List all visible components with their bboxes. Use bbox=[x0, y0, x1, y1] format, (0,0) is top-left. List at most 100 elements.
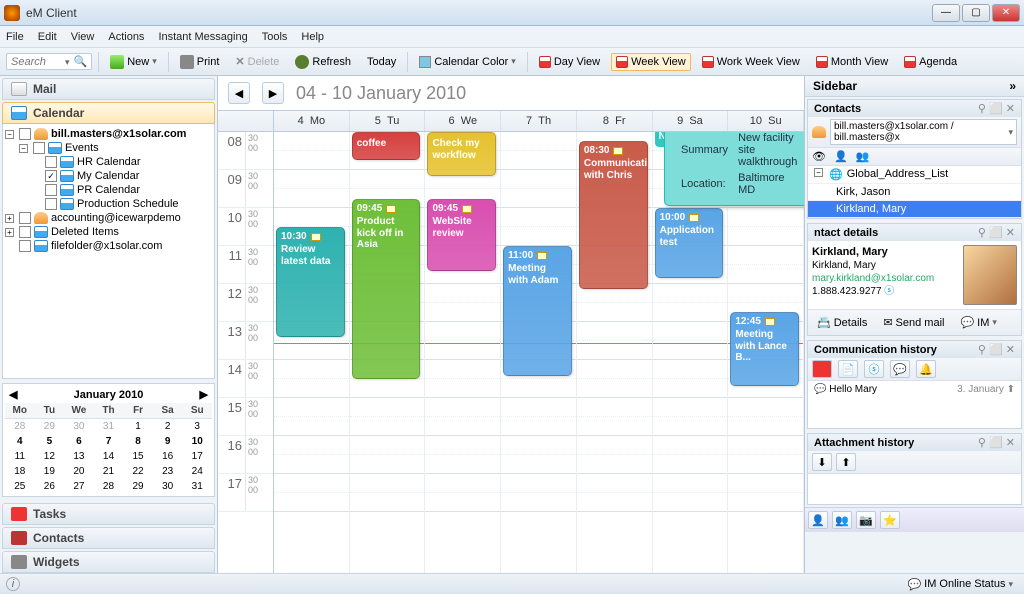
menu-actions[interactable]: Actions bbox=[108, 31, 144, 43]
calendar-color-button[interactable]: Calendar Color bbox=[414, 53, 521, 71]
mini-cal-day[interactable]: 28 bbox=[5, 419, 35, 434]
calendar-event[interactable]: 09:45WebSite review bbox=[427, 199, 496, 271]
sb-icon-3[interactable]: 📷 bbox=[856, 511, 876, 529]
mini-cal-day[interactable]: 21 bbox=[94, 464, 124, 479]
filter-icon[interactable]: 💬 bbox=[890, 360, 910, 378]
maximize-button[interactable]: ▢ bbox=[962, 4, 990, 22]
mini-cal-day[interactable]: 30 bbox=[153, 479, 183, 494]
mini-cal-grid[interactable]: MoTuWeThFrSaSu28293031123456789101112131… bbox=[5, 403, 212, 494]
mini-cal-day[interactable]: 8 bbox=[123, 434, 153, 449]
day-header-fri[interactable]: 8 Fr bbox=[577, 111, 653, 131]
account-label[interactable]: bill.masters@x1solar.com bbox=[51, 128, 186, 140]
mini-cal-day[interactable]: 27 bbox=[64, 479, 94, 494]
info-button[interactable]: i bbox=[6, 577, 20, 591]
mini-cal-day[interactable]: 4 bbox=[5, 434, 35, 449]
day-column[interactable]: 10:30Review latest data bbox=[274, 132, 350, 573]
checkbox[interactable] bbox=[19, 240, 31, 252]
comm-history-row[interactable]: 💬 Hello Mary 3. January ⬆ bbox=[808, 381, 1021, 398]
work-week-view-button[interactable]: Work Week View bbox=[697, 53, 805, 71]
menu-edit[interactable]: Edit bbox=[38, 31, 57, 43]
contact-email[interactable]: mary.kirkland@x1solar.com bbox=[812, 273, 934, 284]
month-view-button[interactable]: Month View bbox=[811, 53, 893, 71]
mini-cal-day[interactable]: 25 bbox=[5, 479, 35, 494]
calendar-event[interactable]: 10:00Application test bbox=[655, 208, 724, 278]
mini-cal-day[interactable]: 1 bbox=[123, 419, 153, 434]
contacts-account-combo[interactable]: bill.masters@x1solar.com / bill.masters@… bbox=[830, 119, 1017, 145]
menu-help[interactable]: Help bbox=[301, 31, 324, 43]
calendar-panel-header[interactable]: Calendar bbox=[2, 102, 215, 124]
mini-cal-day[interactable]: 29 bbox=[123, 479, 153, 494]
sb-icon-2[interactable]: 👥 bbox=[832, 511, 852, 529]
day-header-wed[interactable]: 6 We bbox=[425, 111, 501, 131]
checkbox[interactable] bbox=[19, 226, 31, 238]
contacts-panel-header[interactable]: Contacts bbox=[2, 527, 215, 549]
search-input[interactable] bbox=[11, 56, 65, 68]
details-button[interactable]: 📇 Details bbox=[812, 313, 872, 332]
day-header-thu[interactable]: 7 Th bbox=[501, 111, 577, 131]
mini-cal-day[interactable]: 13 bbox=[64, 449, 94, 464]
filter-icon[interactable]: ⓢ bbox=[864, 360, 884, 378]
global-address-list-row[interactable]: −🌐Global_Address_List bbox=[808, 166, 1021, 184]
expand-icon[interactable]: − bbox=[5, 130, 14, 139]
agenda-button[interactable]: Agenda bbox=[899, 53, 962, 71]
tasks-panel-header[interactable]: Tasks bbox=[2, 503, 215, 525]
filter-icon[interactable]: 📄 bbox=[838, 360, 858, 378]
mini-cal-day[interactable]: 29 bbox=[35, 419, 65, 434]
eye-icon[interactable]: 👁 bbox=[812, 150, 826, 163]
day-header-tue[interactable]: 5 Tu bbox=[350, 111, 426, 131]
sb-icon-1[interactable]: 👤 bbox=[808, 511, 828, 529]
menu-file[interactable]: File bbox=[6, 31, 24, 43]
week-view-button[interactable]: Week View bbox=[611, 53, 691, 71]
day-header-sun[interactable]: 10 Su bbox=[728, 111, 804, 131]
im-status-button[interactable]: 💬 IM Online Status bbox=[902, 575, 1018, 594]
widgets-panel-header[interactable]: Widgets bbox=[2, 551, 215, 573]
mini-cal-day[interactable]: 14 bbox=[94, 449, 124, 464]
day-column[interactable]: coffee09:45Product kick off in Asia bbox=[350, 132, 426, 573]
expand-icon[interactable]: − bbox=[19, 144, 28, 153]
contact-row-selected[interactable]: Kirkland, Mary bbox=[808, 201, 1021, 218]
new-button[interactable]: New bbox=[105, 52, 162, 72]
delete-button[interactable]: ✕Delete bbox=[230, 52, 284, 71]
contact-row[interactable]: Kirk, Jason bbox=[808, 184, 1021, 201]
skype-icon[interactable]: ⓢ bbox=[884, 286, 894, 297]
calendar-event[interactable]: 10:30Review latest data bbox=[276, 227, 345, 337]
day-view-button[interactable]: Day View bbox=[534, 53, 605, 71]
hr-calendar[interactable]: HR Calendar bbox=[77, 156, 141, 168]
mini-cal-day[interactable]: 23 bbox=[153, 464, 183, 479]
user-icon[interactable]: 👤 bbox=[834, 150, 848, 163]
attach-icon[interactable]: ⬆ bbox=[836, 453, 856, 471]
mini-cal-day[interactable]: 5 bbox=[35, 434, 65, 449]
refresh-button[interactable]: Refresh bbox=[290, 52, 356, 72]
expand-icon[interactable]: + bbox=[5, 228, 14, 237]
events-folder[interactable]: Events bbox=[65, 142, 99, 154]
mini-cal-day[interactable]: 12 bbox=[35, 449, 65, 464]
calendar-event[interactable]: coffee bbox=[352, 132, 421, 160]
search-dropdown-icon[interactable] bbox=[65, 56, 70, 68]
checkbox[interactable] bbox=[45, 184, 57, 196]
mini-cal-day[interactable]: 3 bbox=[182, 419, 212, 434]
mini-cal-day[interactable]: 17 bbox=[182, 449, 212, 464]
expand-icon[interactable]: + bbox=[5, 214, 14, 223]
day-column[interactable]: 08:30Communication with Chris bbox=[577, 132, 653, 573]
mini-cal-day[interactable]: 2 bbox=[153, 419, 183, 434]
close-button[interactable]: ✕ bbox=[992, 4, 1020, 22]
calendar-event[interactable]: 11:00Meeting with Adam bbox=[503, 246, 572, 376]
mini-cal-day[interactable]: 11 bbox=[5, 449, 35, 464]
prev-month-button[interactable]: ◀ bbox=[9, 388, 17, 401]
mini-cal-day[interactable]: 7 bbox=[94, 434, 124, 449]
calendar-event[interactable]: Check my workflow bbox=[427, 132, 496, 176]
checkbox[interactable] bbox=[45, 198, 57, 210]
accounting-account[interactable]: accounting@icewarpdemo bbox=[51, 212, 181, 224]
filefolder-account[interactable]: filefolder@x1solar.com bbox=[51, 240, 162, 252]
print-button[interactable]: Print bbox=[175, 52, 225, 72]
my-calendar[interactable]: My Calendar bbox=[77, 170, 139, 182]
checkbox[interactable] bbox=[45, 156, 57, 168]
mail-panel-header[interactable]: Mail bbox=[2, 78, 215, 100]
mini-cal-title[interactable]: January 2010 bbox=[74, 389, 144, 401]
prev-week-button[interactable]: ◀ bbox=[228, 82, 250, 104]
next-week-button[interactable]: ▶ bbox=[262, 82, 284, 104]
menu-tools[interactable]: Tools bbox=[262, 31, 288, 43]
mini-cal-day[interactable]: 16 bbox=[153, 449, 183, 464]
checkbox[interactable]: ✓ bbox=[45, 170, 57, 182]
users-icon[interactable]: 👥 bbox=[856, 150, 870, 163]
